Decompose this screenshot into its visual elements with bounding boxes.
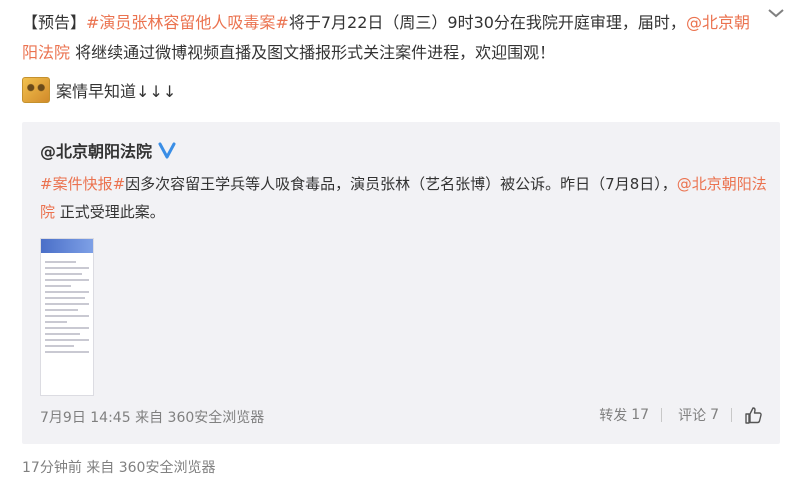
like-button[interactable] — [744, 405, 764, 425]
hashtag-link[interactable]: #演员张林容留他人吸毒案# — [86, 13, 289, 32]
repost-date[interactable]: 7月9日 14:45 — [40, 410, 131, 426]
doge-emoji-icon — [22, 77, 50, 103]
repost-button[interactable]: 转发 17 — [595, 405, 649, 425]
repost-footer: 7月9日 14:45 来自 360安全浏览器 转发 17 评论 7 — [40, 405, 764, 429]
repost-card: @北京朝阳法院 #案件快报#因多次容留王学兵等人吸食毒品，演员张林（艺名张博）被… — [22, 122, 780, 444]
post-time[interactable]: 17分钟前 — [22, 460, 82, 476]
post-body: 【预告】#演员张林容留他人吸毒案#将于7月22日（周三）9时30分在我院开庭审理… — [22, 8, 762, 68]
post-text-part2: 将继续通过微博视频直播及图文播报形式关注案件进程，欢迎围观！ — [70, 43, 556, 62]
post-text-part1: 将于7月22日（周三）9时30分在我院开庭审理，届时， — [288, 13, 686, 32]
document-thumbnail[interactable] — [40, 238, 94, 396]
notice-tag: 【预告】 — [22, 13, 87, 32]
comment-button[interactable]: 评论 7 — [674, 405, 719, 425]
post-source-prefix: 来自 — [86, 460, 115, 476]
repost-text-part2: 正式受理此案。 — [55, 203, 165, 221]
repost-actions: 转发 17 评论 7 — [583, 405, 764, 425]
repost-count: 17 — [631, 407, 650, 423]
verified-v-icon — [158, 142, 176, 159]
comment-count: 7 — [710, 407, 719, 423]
post-source[interactable]: 360安全浏览器 — [119, 460, 216, 476]
thumbs-up-icon — [745, 407, 762, 424]
news-hashtag-link[interactable]: #案件快报# — [40, 175, 125, 193]
repost-label: 转发 — [599, 408, 628, 424]
comment-label: 评论 — [678, 408, 707, 424]
case-preview-text: 案情早知道↓↓↓ — [56, 82, 177, 101]
repost-author-name[interactable]: @北京朝阳法院 — [40, 138, 152, 162]
chevron-down-icon[interactable] — [766, 6, 786, 20]
repost-text-part1: 因多次容留王学兵等人吸食毒品，演员张林（艺名张博）被公诉。昨日（7月8日）， — [125, 175, 677, 193]
repost-source[interactable]: 360安全浏览器 — [168, 410, 265, 426]
post-line-emoji: 案情早知道↓↓↓ — [22, 76, 176, 104]
repost-author[interactable]: @北京朝阳法院 — [40, 138, 176, 162]
repost-meta: 7月9日 14:45 来自 360安全浏览器 — [40, 407, 264, 427]
repost-body: #案件快报#因多次容留王学兵等人吸食毒品，演员张林（艺名张博）被公诉。昨日（7月… — [40, 170, 770, 226]
post-meta: 17分钟前 来自 360安全浏览器 — [22, 457, 215, 477]
repost-source-prefix: 来自 — [135, 410, 164, 426]
